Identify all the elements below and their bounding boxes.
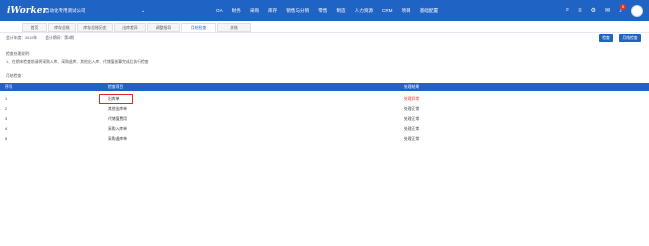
row-result: 处理正常	[404, 107, 420, 111]
check-button[interactable]: 检查	[599, 34, 613, 42]
table-row[interactable]: 2 其他出库单 处理正常	[0, 104, 649, 114]
table-row[interactable]: 1 出库单 处理异常	[0, 94, 649, 104]
row-index: 2	[5, 107, 8, 111]
tab-ledger-history[interactable]: 库存总账历史	[77, 23, 113, 32]
row-index: 1	[5, 97, 8, 101]
row-item[interactable]: 采购退库单	[108, 134, 127, 144]
company-dropdown-icon[interactable]: ⌄	[141, 8, 145, 14]
bell-icon[interactable]: ♪ 8	[619, 3, 626, 14]
fiscal-period: 会计期间：第3期	[45, 36, 74, 40]
instructions-text: 1、在期末检查前请将采购入库、采购退库、其他出入库、代储值核算完成后执行检查	[6, 60, 149, 64]
nav-item-finance[interactable]: 财务	[232, 8, 241, 14]
tab-bar: 首页 库存总账 库存总账历史 出库差异 调整指导 月结检查 关账	[0, 21, 649, 33]
nav-item-sales[interactable]: 销售与分销	[286, 8, 309, 14]
row-result: 处理正常	[404, 117, 420, 121]
top-icons: ⌕ ≡ ⚙ ✉ ♪ 8	[566, 0, 643, 21]
row-index: 5	[5, 137, 8, 141]
nav-item-inventory[interactable]: 库存	[268, 8, 277, 14]
search-icon[interactable]: ⌕	[566, 7, 569, 14]
chat-icon[interactable]: ✉	[605, 7, 610, 14]
tab-adjust-guide[interactable]: 调整指导	[147, 23, 180, 32]
tab-month-end-check[interactable]: 月结检查	[181, 23, 216, 32]
row-item[interactable]: 采购入库单	[108, 124, 127, 134]
table-row[interactable]: 5 采购退库单 处理正常	[0, 134, 649, 144]
nav-item-oa[interactable]: OA	[216, 8, 223, 13]
header-item: 检查项目	[108, 85, 124, 89]
month-end-check-button[interactable]: 月结检查	[619, 34, 641, 42]
section-title: 月结检查：	[6, 74, 25, 78]
nav-item-project[interactable]: 项目	[402, 8, 411, 14]
settings-icon[interactable]: ⚙	[591, 7, 596, 14]
table-header: 序号 检查项目 处理结果	[0, 83, 649, 91]
instructions-title: 检查处理说明：	[6, 52, 33, 56]
period-info: 会计年度：2019年 会计期间：第3期	[6, 36, 74, 41]
fiscal-year: 会计年度：2019年	[6, 36, 38, 40]
notification-badge: 8	[620, 3, 626, 10]
menu-icon[interactable]: ≡	[578, 8, 582, 14]
row-index: 3	[5, 117, 8, 121]
nav-item-crm[interactable]: CRM	[382, 8, 392, 13]
avatar[interactable]	[631, 4, 643, 17]
company-name[interactable]: 自动化专用测试公司	[45, 8, 99, 14]
header-result: 处理结果	[404, 85, 420, 89]
header-index: 序号	[5, 85, 13, 89]
nav-item-config[interactable]: 基础配置	[420, 8, 438, 14]
row-item[interactable]: 代储值费用	[108, 114, 127, 124]
nav-item-hr[interactable]: 人力资源	[355, 8, 373, 14]
table-row[interactable]: 3 代储值费用 处理正常	[0, 114, 649, 124]
app-logo[interactable]: iWorker	[7, 6, 47, 16]
nav-item-manufacturing[interactable]: 制造	[336, 8, 345, 14]
row-result: 处理正常	[404, 127, 420, 131]
tab-ledger[interactable]: 库存总账	[48, 23, 76, 32]
row-result: 处理正常	[404, 137, 420, 141]
row-index: 4	[5, 127, 8, 131]
tab-outbound-diff[interactable]: 出库差异	[114, 23, 146, 32]
nav-item-purchase[interactable]: 采购	[250, 8, 259, 14]
row-item[interactable]: 其他出库单	[108, 104, 127, 114]
table-row[interactable]: 4 采购入库单 处理正常	[0, 124, 649, 134]
main-nav: OA 财务 采购 库存 销售与分销 零售 制造 人力资源 CRM 项目 基础配置	[216, 0, 447, 21]
tab-home[interactable]: 首页	[22, 23, 47, 32]
tab-close[interactable]: 关账	[217, 23, 251, 32]
nav-item-retail[interactable]: 零售	[318, 8, 327, 14]
selected-item-highlight	[99, 94, 133, 104]
row-result: 处理异常	[404, 97, 420, 101]
